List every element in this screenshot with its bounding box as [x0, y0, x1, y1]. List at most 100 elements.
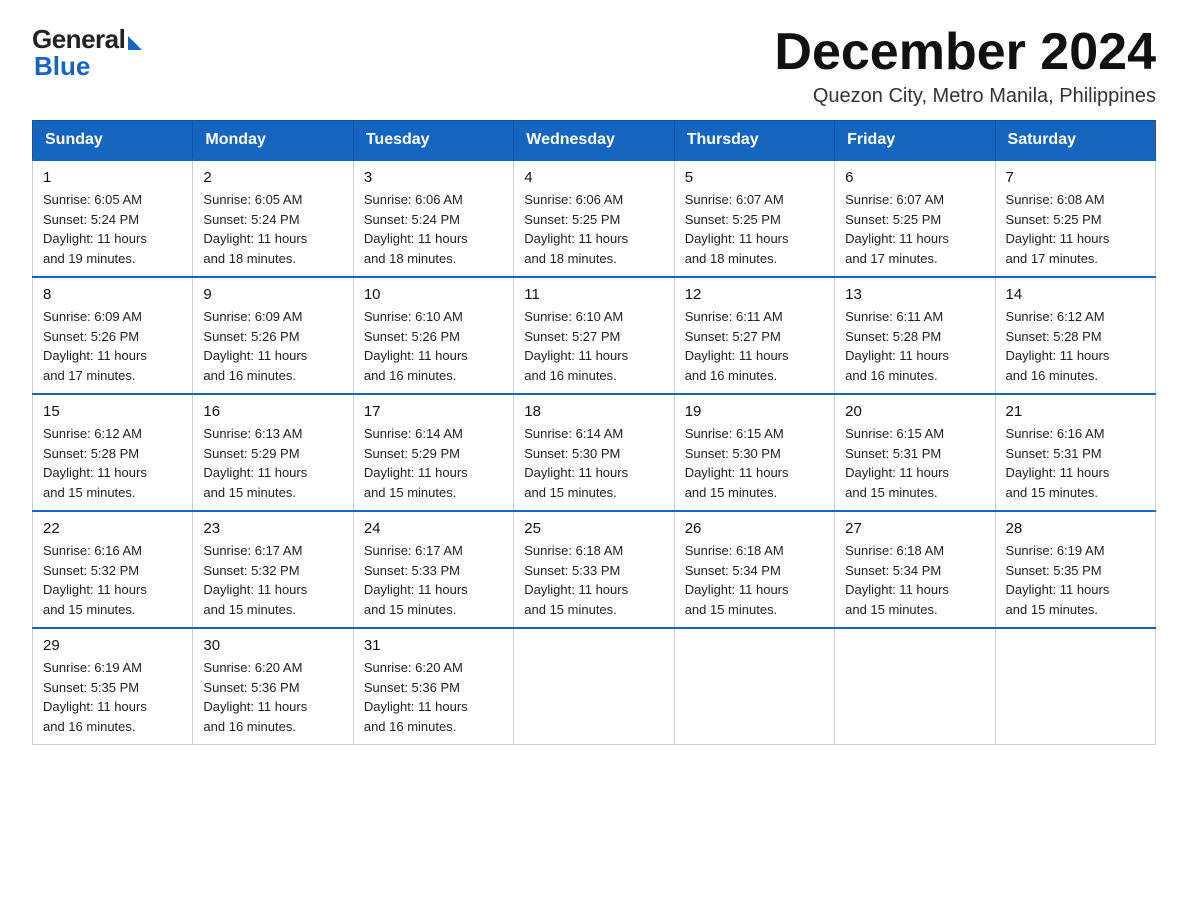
calendar-cell: [514, 628, 674, 745]
calendar-cell: 7 Sunrise: 6:08 AMSunset: 5:25 PMDaylight…: [995, 160, 1155, 277]
calendar-cell: 29 Sunrise: 6:19 AMSunset: 5:35 PMDayligh…: [33, 628, 193, 745]
month-title: December 2024: [774, 24, 1156, 81]
week-row-4: 22 Sunrise: 6:16 AMSunset: 5:32 PMDayligh…: [33, 511, 1156, 628]
day-number: 7: [1006, 169, 1145, 186]
day-info: Sunrise: 6:19 AMSunset: 5:35 PMDaylight:…: [1006, 541, 1145, 619]
logo: General Blue: [32, 24, 142, 82]
calendar-cell: 11Sunrise: 6:10 AMSunset: 5:27 PMDayligh…: [514, 277, 674, 394]
day-info: Sunrise: 6:14 AMSunset: 5:29 PMDaylight:…: [364, 424, 503, 502]
day-number: 19: [685, 403, 824, 420]
day-number: 10: [364, 286, 503, 303]
calendar-cell: [674, 628, 834, 745]
calendar-cell: 15 Sunrise: 6:12 AMSunset: 5:28 PMDayligh…: [33, 394, 193, 511]
weekday-header-friday: Friday: [835, 121, 995, 161]
day-info: Sunrise: 6:20 AMSunset: 5:36 PMDaylight:…: [364, 658, 503, 736]
calendar-cell: 1 Sunrise: 6:05 AMSunset: 5:24 PMDaylight…: [33, 160, 193, 277]
day-info: Sunrise: 6:07 AMSunset: 5:25 PMDaylight:…: [685, 190, 824, 268]
day-number: 13: [845, 286, 984, 303]
day-info: Sunrise: 6:15 AMSunset: 5:31 PMDaylight:…: [845, 424, 984, 502]
day-info: Sunrise: 6:20 AMSunset: 5:36 PMDaylight:…: [203, 658, 342, 736]
day-number: 28: [1006, 520, 1145, 537]
day-info: Sunrise: 6:18 AMSunset: 5:33 PMDaylight:…: [524, 541, 663, 619]
weekday-header-tuesday: Tuesday: [353, 121, 513, 161]
day-number: 25: [524, 520, 663, 537]
calendar-cell: 5 Sunrise: 6:07 AMSunset: 5:25 PMDaylight…: [674, 160, 834, 277]
day-info: Sunrise: 6:10 AMSunset: 5:26 PMDaylight:…: [364, 307, 503, 385]
day-number: 31: [364, 637, 503, 654]
day-info: Sunrise: 6:19 AMSunset: 5:35 PMDaylight:…: [43, 658, 182, 736]
calendar-cell: 31 Sunrise: 6:20 AMSunset: 5:36 PMDayligh…: [353, 628, 513, 745]
day-number: 9: [203, 286, 342, 303]
calendar-cell: 20 Sunrise: 6:15 AMSunset: 5:31 PMDayligh…: [835, 394, 995, 511]
calendar-cell: 6 Sunrise: 6:07 AMSunset: 5:25 PMDaylight…: [835, 160, 995, 277]
day-number: 5: [685, 169, 824, 186]
calendar-cell: 22 Sunrise: 6:16 AMSunset: 5:32 PMDayligh…: [33, 511, 193, 628]
day-info: Sunrise: 6:09 AMSunset: 5:26 PMDaylight:…: [43, 307, 182, 385]
day-info: Sunrise: 6:12 AMSunset: 5:28 PMDaylight:…: [1006, 307, 1145, 385]
logo-triangle-icon: [128, 36, 142, 50]
calendar-cell: 13 Sunrise: 6:11 AMSunset: 5:28 PMDayligh…: [835, 277, 995, 394]
calendar-cell: 24 Sunrise: 6:17 AMSunset: 5:33 PMDayligh…: [353, 511, 513, 628]
day-number: 6: [845, 169, 984, 186]
weekday-header-thursday: Thursday: [674, 121, 834, 161]
calendar-cell: 17 Sunrise: 6:14 AMSunset: 5:29 PMDayligh…: [353, 394, 513, 511]
calendar-cell: 18 Sunrise: 6:14 AMSunset: 5:30 PMDayligh…: [514, 394, 674, 511]
day-info: Sunrise: 6:08 AMSunset: 5:25 PMDaylight:…: [1006, 190, 1145, 268]
week-row-1: 1 Sunrise: 6:05 AMSunset: 5:24 PMDaylight…: [33, 160, 1156, 277]
day-number: 11: [524, 286, 663, 303]
day-info: Sunrise: 6:13 AMSunset: 5:29 PMDaylight:…: [203, 424, 342, 502]
day-number: 8: [43, 286, 182, 303]
calendar-table: SundayMondayTuesdayWednesdayThursdayFrid…: [32, 120, 1156, 745]
day-info: Sunrise: 6:05 AMSunset: 5:24 PMDaylight:…: [203, 190, 342, 268]
day-number: 23: [203, 520, 342, 537]
day-number: 21: [1006, 403, 1145, 420]
week-row-3: 15 Sunrise: 6:12 AMSunset: 5:28 PMDayligh…: [33, 394, 1156, 511]
day-number: 20: [845, 403, 984, 420]
day-info: Sunrise: 6:05 AMSunset: 5:24 PMDaylight:…: [43, 190, 182, 268]
day-info: Sunrise: 6:09 AMSunset: 5:26 PMDaylight:…: [203, 307, 342, 385]
day-number: 17: [364, 403, 503, 420]
calendar-cell: 2 Sunrise: 6:05 AMSunset: 5:24 PMDaylight…: [193, 160, 353, 277]
day-number: 2: [203, 169, 342, 186]
week-row-2: 8 Sunrise: 6:09 AMSunset: 5:26 PMDaylight…: [33, 277, 1156, 394]
day-info: Sunrise: 6:16 AMSunset: 5:32 PMDaylight:…: [43, 541, 182, 619]
day-number: 3: [364, 169, 503, 186]
day-info: Sunrise: 6:14 AMSunset: 5:30 PMDaylight:…: [524, 424, 663, 502]
day-number: 30: [203, 637, 342, 654]
day-number: 15: [43, 403, 182, 420]
day-number: 16: [203, 403, 342, 420]
calendar-cell: 12Sunrise: 6:11 AMSunset: 5:27 PMDayligh…: [674, 277, 834, 394]
day-info: Sunrise: 6:12 AMSunset: 5:28 PMDaylight:…: [43, 424, 182, 502]
calendar-cell: [835, 628, 995, 745]
calendar-cell: 16 Sunrise: 6:13 AMSunset: 5:29 PMDayligh…: [193, 394, 353, 511]
day-info: Sunrise: 6:15 AMSunset: 5:30 PMDaylight:…: [685, 424, 824, 502]
day-number: 29: [43, 637, 182, 654]
day-info: Sunrise: 6:17 AMSunset: 5:32 PMDaylight:…: [203, 541, 342, 619]
weekday-header-wednesday: Wednesday: [514, 121, 674, 161]
day-number: 24: [364, 520, 503, 537]
calendar-cell: 27Sunrise: 6:18 AMSunset: 5:34 PMDayligh…: [835, 511, 995, 628]
day-info: Sunrise: 6:11 AMSunset: 5:28 PMDaylight:…: [845, 307, 984, 385]
week-row-5: 29 Sunrise: 6:19 AMSunset: 5:35 PMDayligh…: [33, 628, 1156, 745]
day-info: Sunrise: 6:06 AMSunset: 5:25 PMDaylight:…: [524, 190, 663, 268]
day-number: 22: [43, 520, 182, 537]
calendar-cell: 23 Sunrise: 6:17 AMSunset: 5:32 PMDayligh…: [193, 511, 353, 628]
day-number: 4: [524, 169, 663, 186]
calendar-cell: 30 Sunrise: 6:20 AMSunset: 5:36 PMDayligh…: [193, 628, 353, 745]
calendar-cell: 8 Sunrise: 6:09 AMSunset: 5:26 PMDaylight…: [33, 277, 193, 394]
calendar-cell: 14 Sunrise: 6:12 AMSunset: 5:28 PMDayligh…: [995, 277, 1155, 394]
day-number: 12: [685, 286, 824, 303]
weekday-header-row: SundayMondayTuesdayWednesdayThursdayFrid…: [33, 121, 1156, 161]
calendar-cell: 4 Sunrise: 6:06 AMSunset: 5:25 PMDaylight…: [514, 160, 674, 277]
day-info: Sunrise: 6:18 AMSunset: 5:34 PMDaylight:…: [685, 541, 824, 619]
day-info: Sunrise: 6:17 AMSunset: 5:33 PMDaylight:…: [364, 541, 503, 619]
day-info: Sunrise: 6:16 AMSunset: 5:31 PMDaylight:…: [1006, 424, 1145, 502]
day-number: 14: [1006, 286, 1145, 303]
weekday-header-sunday: Sunday: [33, 121, 193, 161]
calendar-cell: 9 Sunrise: 6:09 AMSunset: 5:26 PMDaylight…: [193, 277, 353, 394]
weekday-header-monday: Monday: [193, 121, 353, 161]
day-info: Sunrise: 6:06 AMSunset: 5:24 PMDaylight:…: [364, 190, 503, 268]
day-number: 18: [524, 403, 663, 420]
day-info: Sunrise: 6:07 AMSunset: 5:25 PMDaylight:…: [845, 190, 984, 268]
day-number: 1: [43, 169, 182, 186]
